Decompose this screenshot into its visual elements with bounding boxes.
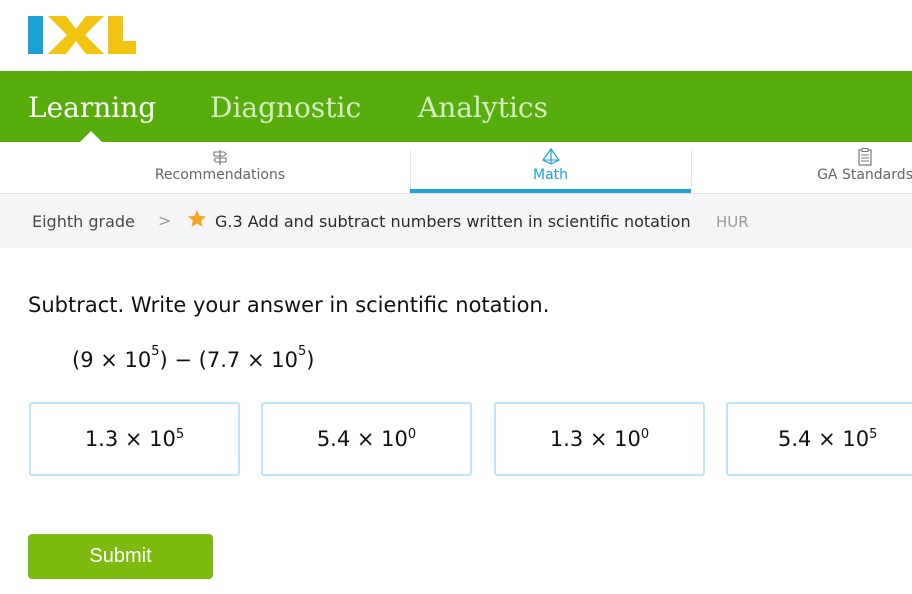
subject-tabs: Recommendations Math GA Standards — [0, 142, 912, 194]
answer-choice-2[interactable]: 5.4 × 10 0 — [261, 402, 472, 476]
tab-label: GA Standards — [817, 167, 912, 183]
expr-a-exponent: 5 — [151, 344, 160, 359]
ixl-logo — [28, 16, 136, 54]
submit-button[interactable]: Submit — [28, 534, 213, 579]
breadcrumb-grade[interactable]: Eighth grade — [32, 212, 135, 231]
answer-choice-3[interactable]: 1.3 × 10 0 — [494, 402, 705, 476]
tab-math[interactable]: Math — [410, 142, 691, 193]
tab-label: Math — [532, 167, 569, 183]
answer-choice-4[interactable]: 5.4 × 10 5 — [726, 402, 912, 476]
choice-mantissa: 5.4 — [778, 427, 812, 451]
breadcrumb: Eighth grade > G.3 Add and subtract numb… — [0, 194, 912, 248]
expr-a-mantissa: 9 — [80, 348, 94, 372]
star-icon[interactable] — [187, 209, 207, 229]
main-nav: Learning Diagnostic Analytics — [0, 71, 912, 142]
skill-code: HUR — [716, 213, 749, 231]
expr-b-mantissa: 7.7 — [206, 348, 241, 372]
choice-mantissa: 1.3 — [84, 427, 119, 451]
pyramid-icon — [541, 148, 560, 165]
chevron-right-icon: > — [158, 211, 172, 230]
answer-choice-1[interactable]: 1.3 × 10 5 — [29, 402, 240, 476]
nav-diagnostic[interactable]: Diagnostic — [210, 91, 361, 124]
question-prompt: Subtract. Write your answer in scientifi… — [28, 293, 550, 317]
tab-ga-standards[interactable]: GA Standards — [740, 142, 912, 193]
expr-b-exponent: 5 — [297, 344, 307, 359]
tab-label: Recommendations — [154, 167, 286, 183]
skill-title: G.3 Add and subtract numbers written in … — [215, 212, 691, 231]
clipboard-icon — [858, 148, 872, 166]
question-expression: (9 × 105) − (7.7 × 105) — [72, 344, 315, 372]
nav-analytics[interactable]: Analytics — [418, 91, 548, 124]
signpost-icon — [213, 150, 227, 165]
tab-divider — [691, 150, 692, 190]
nav-learning[interactable]: Learning — [28, 91, 156, 124]
active-nav-caret — [80, 131, 102, 142]
tab-recommendations[interactable]: Recommendations — [80, 142, 360, 193]
choice-mantissa: 1.3 — [549, 427, 584, 451]
choice-mantissa: 5.4 — [316, 427, 351, 451]
